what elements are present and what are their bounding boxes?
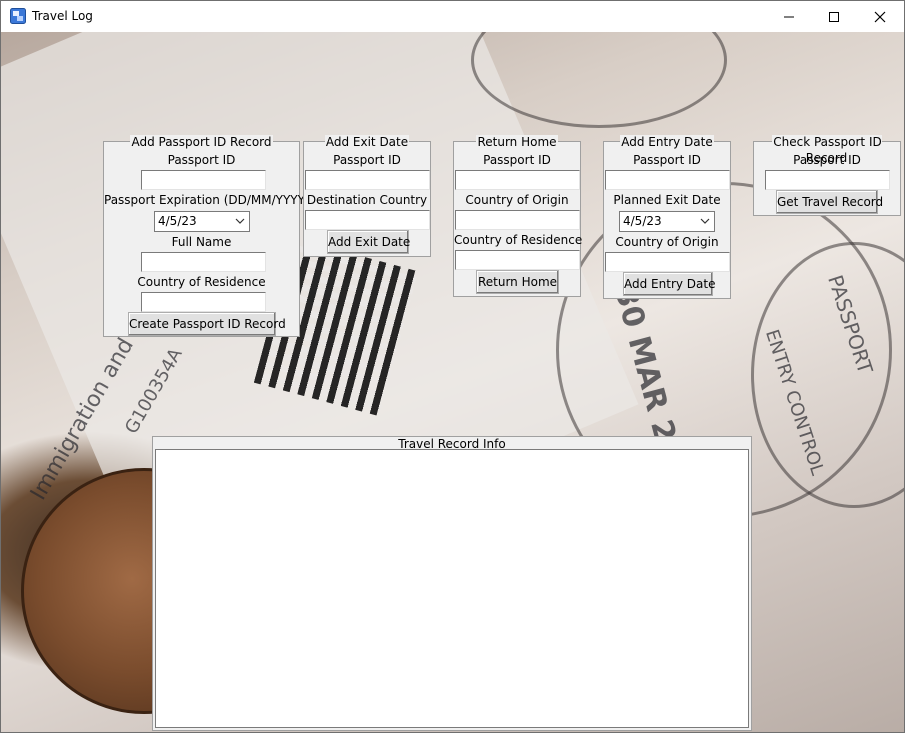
title-bar[interactable]: Travel Log bbox=[1, 1, 904, 32]
passport-id-input[interactable] bbox=[141, 170, 266, 190]
check-passport-id-label: Passport ID bbox=[793, 153, 861, 167]
return-origin-input[interactable] bbox=[455, 210, 580, 230]
planned-exit-value: 4/5/23 bbox=[623, 214, 662, 228]
chevron-down-icon bbox=[235, 218, 245, 224]
expiration-label: Passport Expiration (DD/MM/YYYY) bbox=[104, 193, 310, 207]
expiration-date-value: 4/5/23 bbox=[158, 214, 197, 228]
add-entry-date-button[interactable]: Add Entry Date bbox=[623, 272, 715, 296]
close-button[interactable] bbox=[857, 1, 903, 32]
create-passport-button[interactable]: Create Passport ID Record bbox=[128, 312, 286, 336]
residence-label: Country of Residence bbox=[137, 275, 266, 289]
window-title: Travel Log bbox=[32, 9, 93, 23]
maximize-icon bbox=[829, 12, 839, 22]
maximize-button[interactable] bbox=[811, 1, 857, 32]
minimize-icon bbox=[784, 16, 794, 18]
exit-passport-id-label: Passport ID bbox=[333, 153, 401, 167]
residence-input[interactable] bbox=[141, 292, 266, 312]
minimize-button[interactable] bbox=[766, 1, 812, 32]
entry-passport-id-input[interactable] bbox=[605, 170, 730, 190]
full-name-label: Full Name bbox=[171, 235, 232, 249]
travel-log-window: Travel Log 30 MAR 201 PASSPORT ENTRY CON… bbox=[0, 0, 905, 733]
add-exit-date-button[interactable]: Add Exit Date bbox=[327, 230, 410, 254]
full-name-input[interactable] bbox=[141, 252, 266, 272]
entry-passport-id-label: Passport ID bbox=[633, 153, 701, 167]
expiration-date-picker[interactable]: 4/5/23 bbox=[154, 211, 250, 232]
travel-app-icon bbox=[10, 8, 26, 24]
planned-exit-label: Planned Exit Date bbox=[613, 193, 721, 207]
return-passport-id-input[interactable] bbox=[455, 170, 580, 190]
get-travel-record-button[interactable]: Get Travel Record bbox=[776, 190, 883, 214]
destination-label: Destination Country bbox=[306, 193, 428, 207]
travel-record-textbox[interactable] bbox=[155, 449, 749, 728]
planned-exit-date-picker[interactable]: 4/5/23 bbox=[619, 211, 715, 232]
check-passport-group: Check Passport ID Record Passport ID Get… bbox=[753, 135, 901, 216]
exit-date-group: Add Exit Date Passport ID Destination Co… bbox=[303, 135, 431, 257]
return-home-group: Return Home Passport ID Country of Origi… bbox=[453, 135, 583, 297]
entry-date-title: Add Entry Date bbox=[620, 135, 714, 149]
exit-passport-id-input[interactable] bbox=[305, 170, 430, 190]
close-icon bbox=[874, 11, 886, 23]
return-residence-label: Country of Residence bbox=[454, 233, 583, 247]
travel-record-info-group: Travel Record Info bbox=[152, 436, 752, 731]
chevron-down-icon bbox=[700, 218, 710, 224]
return-residence-input[interactable] bbox=[455, 250, 580, 270]
add-passport-title: Add Passport ID Record bbox=[130, 135, 273, 149]
exit-date-title: Add Exit Date bbox=[324, 135, 410, 149]
client-area: 30 MAR 201 PASSPORT ENTRY CONTROL Immigr… bbox=[1, 32, 904, 732]
return-origin-label: Country of Origin bbox=[465, 193, 569, 207]
return-passport-id-label: Passport ID bbox=[483, 153, 551, 167]
check-passport-id-input[interactable] bbox=[765, 170, 890, 190]
destination-input[interactable] bbox=[305, 210, 430, 230]
return-home-title: Return Home bbox=[476, 135, 558, 149]
add-passport-group: Add Passport ID Record Passport ID Passp… bbox=[103, 135, 310, 337]
entry-origin-input[interactable] bbox=[605, 252, 730, 272]
entry-origin-label: Country of Origin bbox=[615, 235, 719, 249]
passport-id-label: Passport ID bbox=[167, 153, 236, 167]
return-home-button[interactable]: Return Home bbox=[476, 270, 559, 294]
entry-date-group: Add Entry Date Passport ID Planned Exit … bbox=[603, 135, 731, 299]
